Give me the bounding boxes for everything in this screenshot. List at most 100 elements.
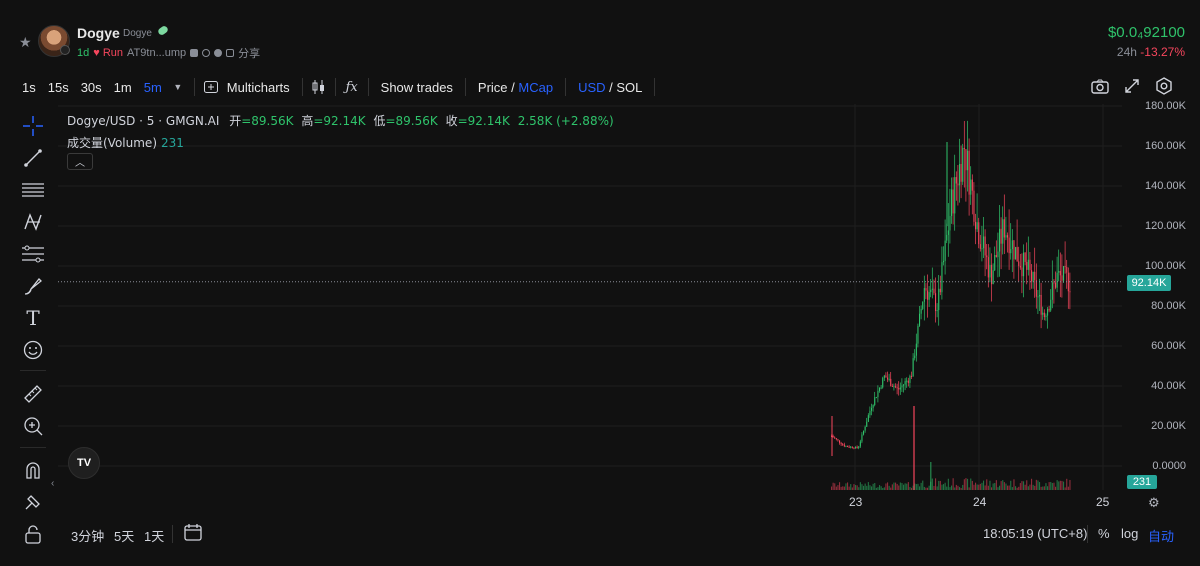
candle-body — [973, 190, 975, 222]
run-badge: ♥ Run — [93, 47, 124, 59]
magnet-icon[interactable] — [22, 459, 44, 481]
token-address[interactable]: AT9tn...ump — [127, 47, 186, 59]
mcap-option[interactable]: MCap — [518, 80, 553, 95]
usd-option[interactable]: USD — [578, 80, 605, 95]
settings-icon[interactable] — [1154, 76, 1174, 96]
percent-toggle[interactable]: % — [1098, 526, 1110, 541]
show-trades-button[interactable]: Show trades — [375, 80, 459, 95]
search-icon[interactable] — [202, 49, 211, 57]
volume-bar — [847, 482, 849, 490]
candle-body — [898, 387, 900, 390]
candle-body — [1011, 240, 1013, 250]
candle-body — [1040, 294, 1042, 315]
pattern-icon[interactable] — [22, 211, 44, 233]
candlestick-chart[interactable] — [58, 104, 1122, 490]
interval-30s[interactable]: 30s — [75, 80, 108, 95]
axis-settings-icon[interactable]: ⚙ — [1148, 495, 1160, 511]
zoom-in-icon[interactable] — [22, 415, 44, 437]
multicharts-icon[interactable] — [201, 77, 221, 97]
time-axis[interactable]: 23 24 25 — [58, 490, 1122, 514]
candle-body — [1047, 308, 1049, 316]
candle-body — [907, 380, 909, 383]
interval-1s[interactable]: 1s — [16, 80, 42, 95]
interval-dropdown-icon[interactable]: ▼ — [168, 77, 188, 97]
emoji-icon[interactable] — [22, 339, 44, 361]
volume-bar — [1019, 483, 1021, 490]
range-5d[interactable]: 5天 — [114, 526, 134, 545]
volume-bar — [1058, 481, 1060, 490]
candle-body — [952, 189, 954, 214]
volume-bar — [1066, 478, 1068, 490]
divider — [1087, 525, 1088, 543]
date-range-icon[interactable] — [184, 523, 202, 544]
divider — [367, 78, 369, 96]
candle-body — [1007, 235, 1009, 238]
run-label: Run — [102, 47, 124, 59]
candle-body — [954, 177, 956, 214]
info-icon[interactable] — [214, 49, 223, 57]
brush-icon[interactable] — [22, 275, 44, 297]
sol-option[interactable]: SOL — [616, 80, 642, 95]
candle-body — [1027, 259, 1029, 270]
star-icon[interactable]: ★ — [19, 34, 32, 51]
volume-bar — [1059, 480, 1061, 490]
candle-body — [1018, 261, 1020, 266]
fullscreen-icon[interactable] — [1122, 76, 1142, 96]
candle-body — [872, 405, 874, 408]
volume-bar — [859, 482, 861, 490]
candle-body — [978, 222, 980, 245]
candle-body — [949, 216, 951, 231]
clock[interactable]: 18:05:19 (UTC+8) — [983, 526, 1087, 541]
currency-toggle[interactable]: USD / SOL — [572, 80, 648, 95]
volume-tag: 231 — [1127, 475, 1157, 489]
current-price: $0.0₄92100 — [1107, 24, 1185, 41]
volume-bar — [867, 482, 869, 490]
multicharts-button[interactable]: Multicharts — [221, 80, 296, 95]
candle-body — [887, 377, 889, 380]
candle-body — [904, 381, 906, 385]
candle-body — [899, 387, 901, 390]
indicators-icon[interactable]: ƒx — [342, 77, 362, 97]
log-toggle[interactable]: log — [1121, 526, 1138, 541]
interval-5m[interactable]: 5m — [138, 80, 168, 95]
share-icon[interactable] — [226, 49, 235, 57]
x-tick-label: 25 — [1096, 495, 1110, 509]
volume-bar — [983, 480, 985, 490]
interval-1m[interactable]: 1m — [108, 80, 138, 95]
candle-body — [959, 163, 961, 186]
y-tick-label: 40.00K — [1151, 380, 1186, 392]
candle-body — [1043, 312, 1045, 318]
candle-body — [999, 228, 1001, 252]
tradingview-logo[interactable]: TV — [68, 447, 100, 479]
collapse-toolbar-icon[interactable]: ‹ — [51, 478, 54, 489]
interval-15s[interactable]: 15s — [42, 80, 75, 95]
horizontal-lines-icon[interactable] — [22, 179, 44, 201]
candle-body — [989, 264, 991, 278]
auto-toggle[interactable]: 自动 — [1148, 526, 1174, 545]
price-option[interactable]: Price — [478, 80, 508, 95]
candle-body — [997, 251, 999, 258]
collapse-legend-button[interactable]: ︿ — [67, 153, 93, 170]
ruler-icon[interactable] — [22, 383, 44, 405]
price-chart[interactable] — [58, 104, 1122, 490]
text-tool-icon[interactable]: T — [22, 306, 44, 330]
trend-line-icon[interactable] — [22, 147, 44, 169]
price-mcap-toggle[interactable]: Price / MCap — [472, 80, 559, 95]
range-3min[interactable]: 3分钟 — [71, 526, 104, 545]
divider — [565, 78, 567, 96]
lock-drawing-icon[interactable] — [22, 491, 44, 513]
fib-icon[interactable] — [22, 243, 44, 265]
price-axis[interactable]: 180.00K 160.00K 140.00K 120.00K 100.00K 80.00… — [1122, 100, 1200, 490]
candle-body — [1067, 272, 1069, 292]
candlestick-type-icon[interactable] — [309, 77, 329, 97]
crosshair-icon[interactable] — [22, 115, 44, 137]
candle-body — [880, 387, 882, 389]
token-age: 1d — [77, 47, 90, 59]
camera-icon[interactable] — [1090, 76, 1110, 96]
copy-icon[interactable] — [190, 49, 199, 57]
candle-body — [874, 397, 876, 406]
share-label[interactable]: 分享 — [238, 45, 260, 61]
range-1d[interactable]: 1天 — [144, 526, 164, 545]
candle-body — [960, 163, 962, 182]
volume-bar — [1045, 483, 1047, 490]
